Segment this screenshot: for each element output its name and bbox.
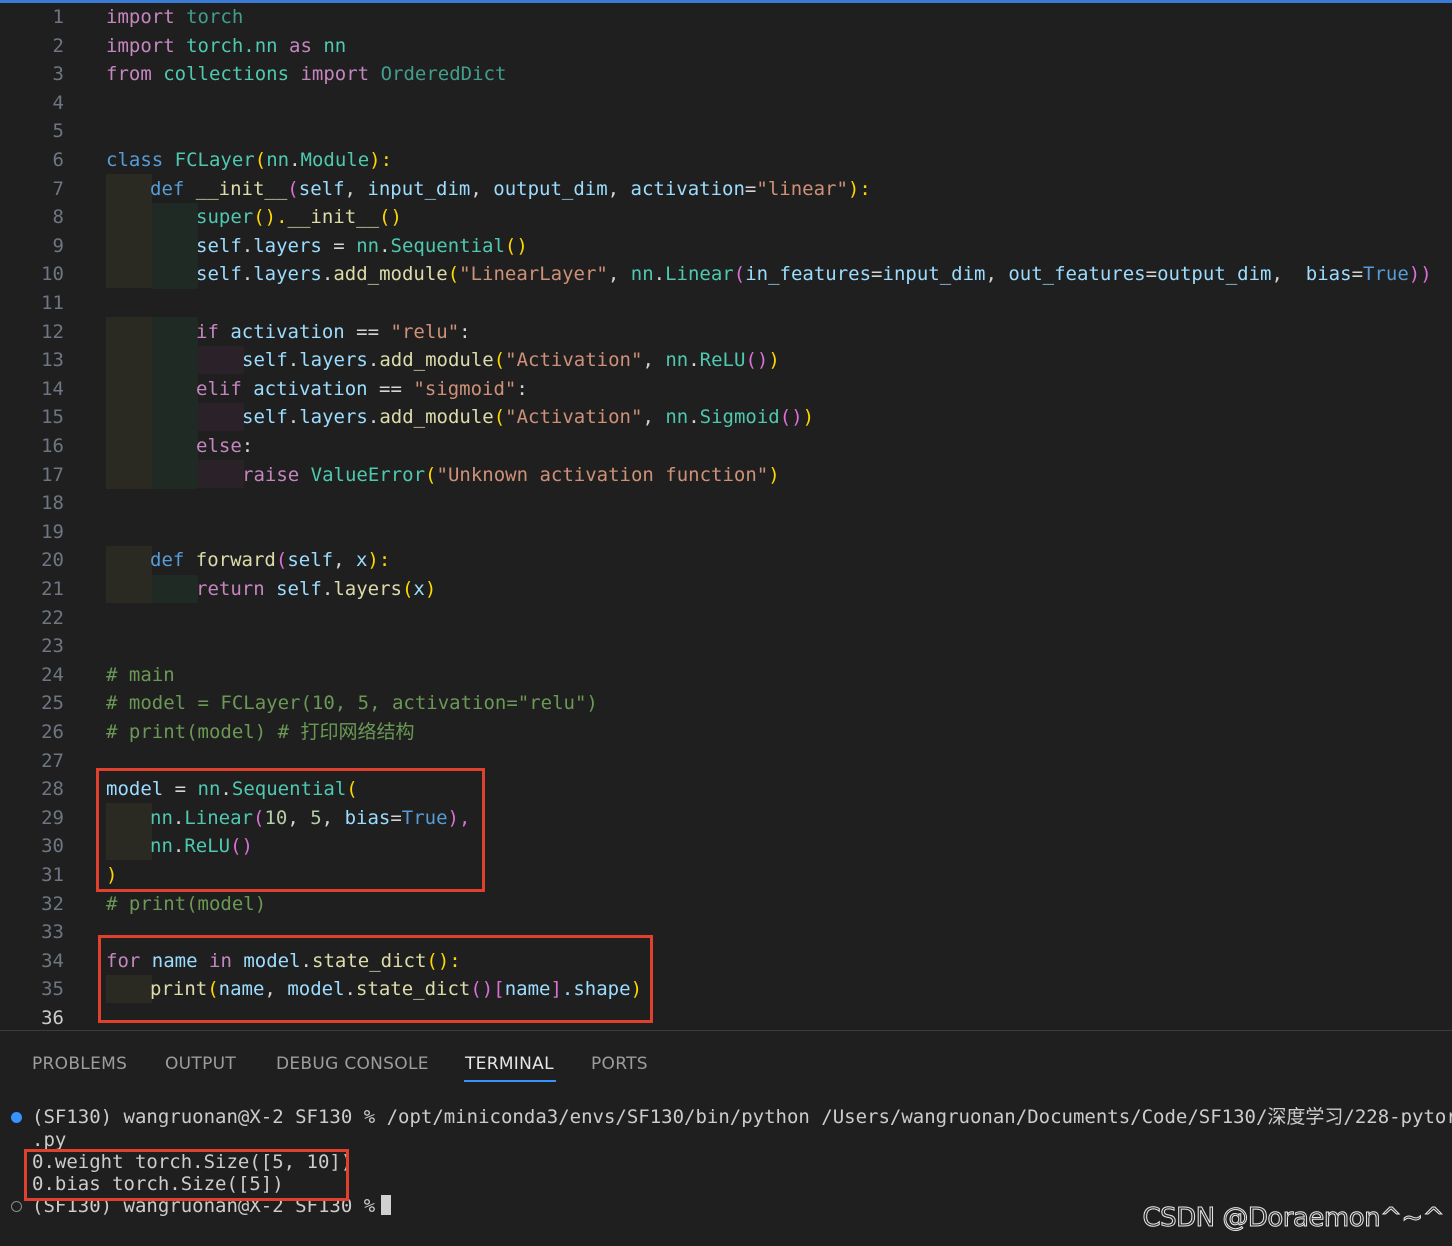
command-pending-dot-icon[interactable] [11, 1201, 22, 1212]
line-number: 23 [41, 635, 64, 658]
code-line-26: # print(model) # 打印网络结构 [106, 721, 415, 743]
line-number: 27 [41, 749, 64, 772]
line-number: 17 [41, 463, 64, 486]
indent-guide [106, 546, 152, 603]
line-number: 14 [41, 377, 64, 400]
line-number: 8 [52, 206, 64, 229]
indent-guide [198, 460, 244, 488]
code-line-1: import torch [106, 6, 244, 28]
tab-ports[interactable]: PORTS [591, 1054, 648, 1074]
code-line-13: self.layers.add_module("Activation", nn.… [242, 349, 780, 372]
tab-output[interactable]: OUTPUT [165, 1054, 236, 1074]
line-number: 13 [41, 349, 64, 372]
highlight-box-terminal-output [24, 1149, 349, 1201]
line-number: 22 [41, 606, 64, 629]
line-number: 30 [41, 835, 64, 858]
highlight-box-model-definition [96, 768, 485, 892]
line-number: 35 [41, 978, 64, 1001]
line-number: 1 [52, 6, 64, 28]
line-number: 19 [41, 520, 64, 543]
code-line-3: from collections import OrderedDict [106, 63, 507, 86]
indent-guide [106, 174, 152, 288]
code-line-10: self.layers.add_module("LinearLayer", nn… [196, 263, 1432, 286]
tab-problems[interactable]: PROBLEMS [32, 1054, 127, 1074]
line-number: 36 [41, 1007, 64, 1029]
line-number: 31 [41, 864, 64, 886]
indent-guide [152, 317, 198, 489]
line-number: 28 [41, 778, 64, 801]
line-number: 34 [41, 949, 64, 972]
line-number: 16 [41, 435, 64, 457]
code-line-21: return self.layers(x) [196, 578, 437, 600]
line-number: 33 [41, 921, 64, 944]
code-line-17: raise ValueError("Unknown activation fun… [242, 463, 780, 486]
line-number: 3 [52, 63, 64, 86]
line-number: 18 [41, 492, 64, 515]
watermark: CSDN @Doraemon^~^ [1142, 1203, 1445, 1234]
code-line-12: if activation == "relu": [196, 320, 471, 343]
tab-debug-console[interactable]: DEBUG CONSOLE [276, 1054, 429, 1074]
active-tab-indicator [464, 1080, 556, 1082]
indent-guide [198, 403, 244, 431]
line-number: 20 [41, 549, 64, 572]
tab-terminal[interactable]: TERMINAL [465, 1054, 554, 1074]
code-line-6: class FCLayer(nn.Module): [106, 149, 393, 171]
indent-guide [198, 346, 244, 374]
code-line-32: # print(model) [106, 892, 267, 915]
command-success-dot-icon[interactable] [11, 1112, 22, 1123]
line-number: 6 [52, 149, 64, 171]
code-line-15: self.layers.add_module("Activation", nn.… [242, 406, 815, 429]
code-line-25: # model = FCLayer(10, 5, activation="rel… [106, 692, 598, 715]
code-line-16: else: [196, 435, 254, 457]
line-number: 11 [41, 292, 64, 314]
line-number: 29 [41, 806, 64, 829]
line-number: 12 [41, 320, 64, 343]
indent-guide [152, 203, 198, 289]
line-number: 2 [52, 34, 64, 57]
code-line-14: elif activation == "sigmoid": [196, 377, 528, 400]
line-number: 26 [41, 721, 64, 743]
line-number: 10 [41, 263, 64, 286]
line-number: 9 [52, 234, 64, 257]
line-number: 5 [52, 120, 64, 143]
terminal-command-wrap: .py [32, 1129, 67, 1151]
line-number: 7 [52, 177, 64, 200]
line-number: 24 [41, 663, 64, 686]
code-line-9: self.layers = nn.Sequential() [196, 234, 528, 257]
terminal-command-line: (SF130) wangruonan@X-2 SF130 % /opt/mini… [32, 1106, 1452, 1128]
line-number: 21 [41, 578, 64, 600]
code-line-24: # main [106, 663, 175, 686]
line-number: 4 [52, 91, 64, 114]
code-editor[interactable]: 1 2 3 4 5 6 7 8 9 10 11 12 13 14 15 16 17 18 19 20 21 22 23 24 2… [0, 3, 1452, 1030]
code-line-7: def __init__(self, input_dim, output_dim… [150, 177, 871, 200]
highlight-box-state-dict-loop [98, 935, 653, 1023]
code-line-20: def forward(self, x): [150, 549, 391, 572]
terminal-cursor [381, 1195, 392, 1215]
line-number: 25 [41, 692, 64, 715]
indent-guide [152, 575, 198, 603]
indent-guide [106, 317, 152, 489]
code-line-8: super().__init__() [196, 206, 402, 229]
line-number: 15 [41, 406, 64, 429]
line-number: 32 [41, 892, 64, 915]
code-line-2: import torch.nn as nn [106, 34, 347, 57]
